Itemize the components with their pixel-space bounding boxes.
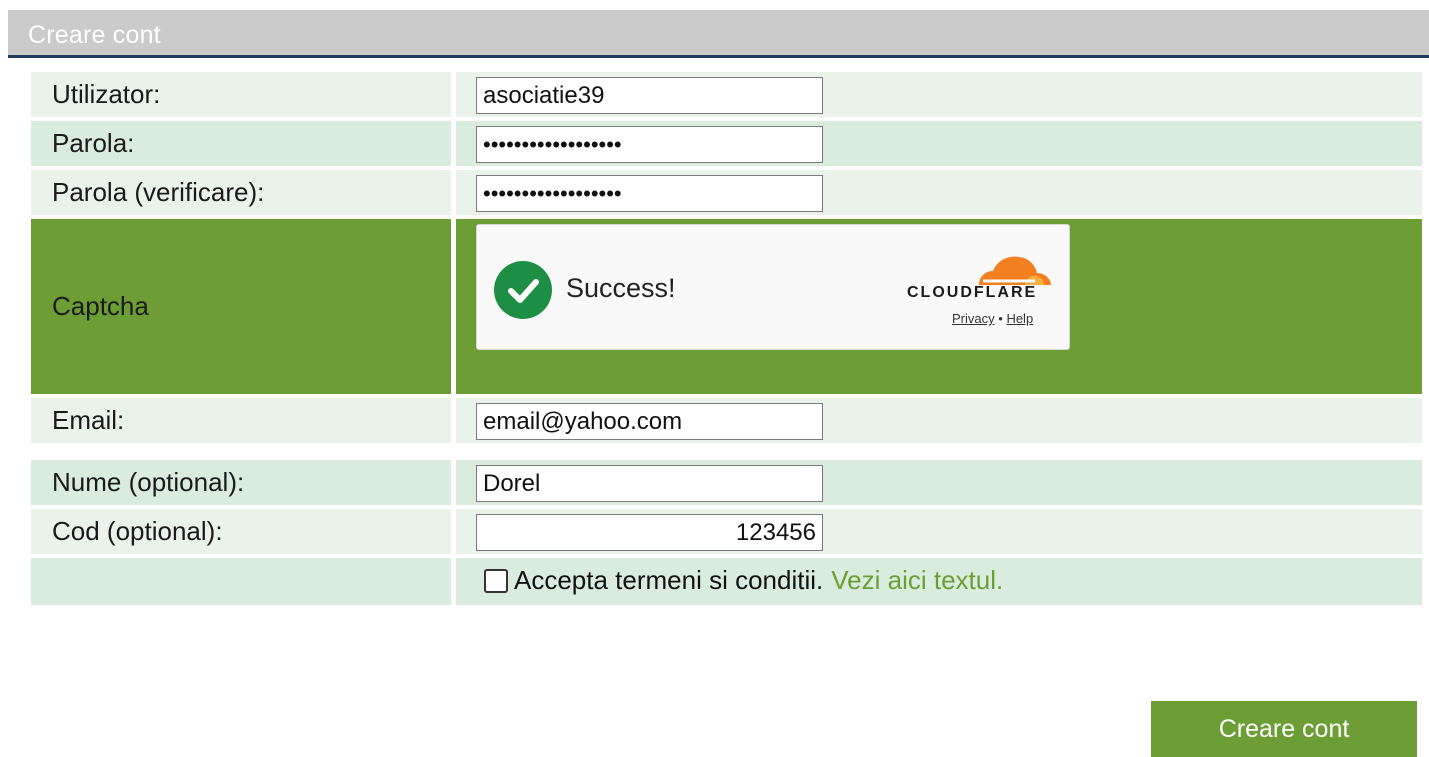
terms-checkbox[interactable] [484,568,508,593]
password-confirm-input[interactable] [476,175,823,212]
code-label: Cod (optional): [31,509,451,554]
email-input[interactable] [476,403,823,440]
username-input[interactable] [476,77,823,114]
form-row-code: Cod (optional): [31,509,1422,554]
email-label: Email: [31,398,451,443]
form-row-password: Parola: [31,121,1422,166]
password-input[interactable] [476,126,823,163]
create-account-button[interactable]: Creare cont [1151,701,1417,757]
terms-label-cell [31,558,451,605]
panel-header: Creare cont [8,10,1429,58]
username-label: Utilizator: [31,72,451,117]
cloudflare-wordmark: CLOUDFLARE [907,284,1038,301]
help-link[interactable]: Help [1006,311,1033,326]
name-label: Nume (optional): [31,460,451,505]
form-row-username: Utilizator: [31,72,1422,117]
captcha-label: Captcha [31,219,451,394]
form-row-terms: Accepta termeni si conditii. Vezi aici t… [31,558,1422,605]
code-input[interactable] [476,514,823,551]
form-row-captcha: Captcha Success! CLOUDFLARE Privacy • He… [31,219,1422,394]
form-row-name: Nume (optional): [31,460,1422,505]
success-check-icon [494,261,552,319]
terms-group: Accepta termeni si conditii. Vezi aici t… [484,565,1003,596]
captcha-status: Success! [566,273,676,303]
terms-link[interactable]: Vezi aici textul. [831,565,1003,596]
password-label: Parola: [31,121,451,166]
form-row-email: Email: [31,398,1422,443]
terms-text: Accepta termeni si conditii. [514,565,824,595]
link-separator: • [998,311,1003,326]
name-input[interactable] [476,465,823,502]
password-confirm-label: Parola (verificare): [31,170,451,215]
privacy-link[interactable]: Privacy [952,311,995,326]
captcha-widget[interactable]: Success! CLOUDFLARE Privacy • Help [476,224,1070,350]
captcha-links: Privacy • Help [952,311,1033,326]
panel-title: Creare cont [28,21,161,49]
form-row-password-confirm: Parola (verificare): [31,170,1422,215]
